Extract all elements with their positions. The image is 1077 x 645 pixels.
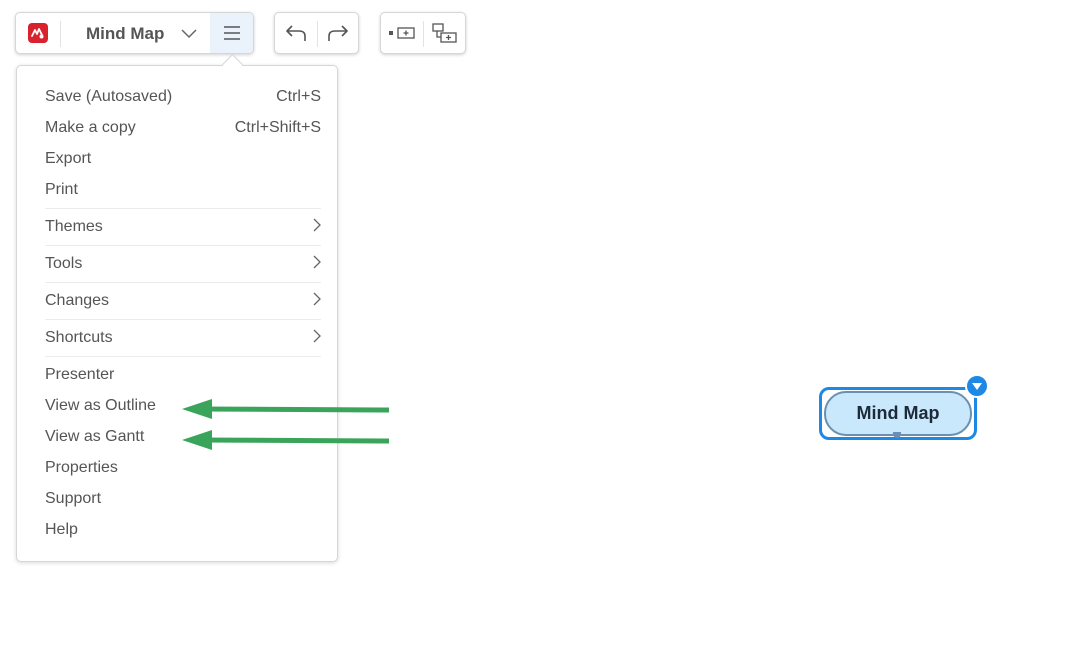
root-node-label: Mind Map <box>856 403 940 423</box>
annotation-arrow-outline <box>182 399 390 419</box>
node-collapse-toggle-icon[interactable] <box>965 374 989 398</box>
annotation-arrows <box>182 399 390 450</box>
root-node[interactable]: Mind Map <box>824 391 972 436</box>
annotation-arrow-gantt <box>182 430 390 450</box>
